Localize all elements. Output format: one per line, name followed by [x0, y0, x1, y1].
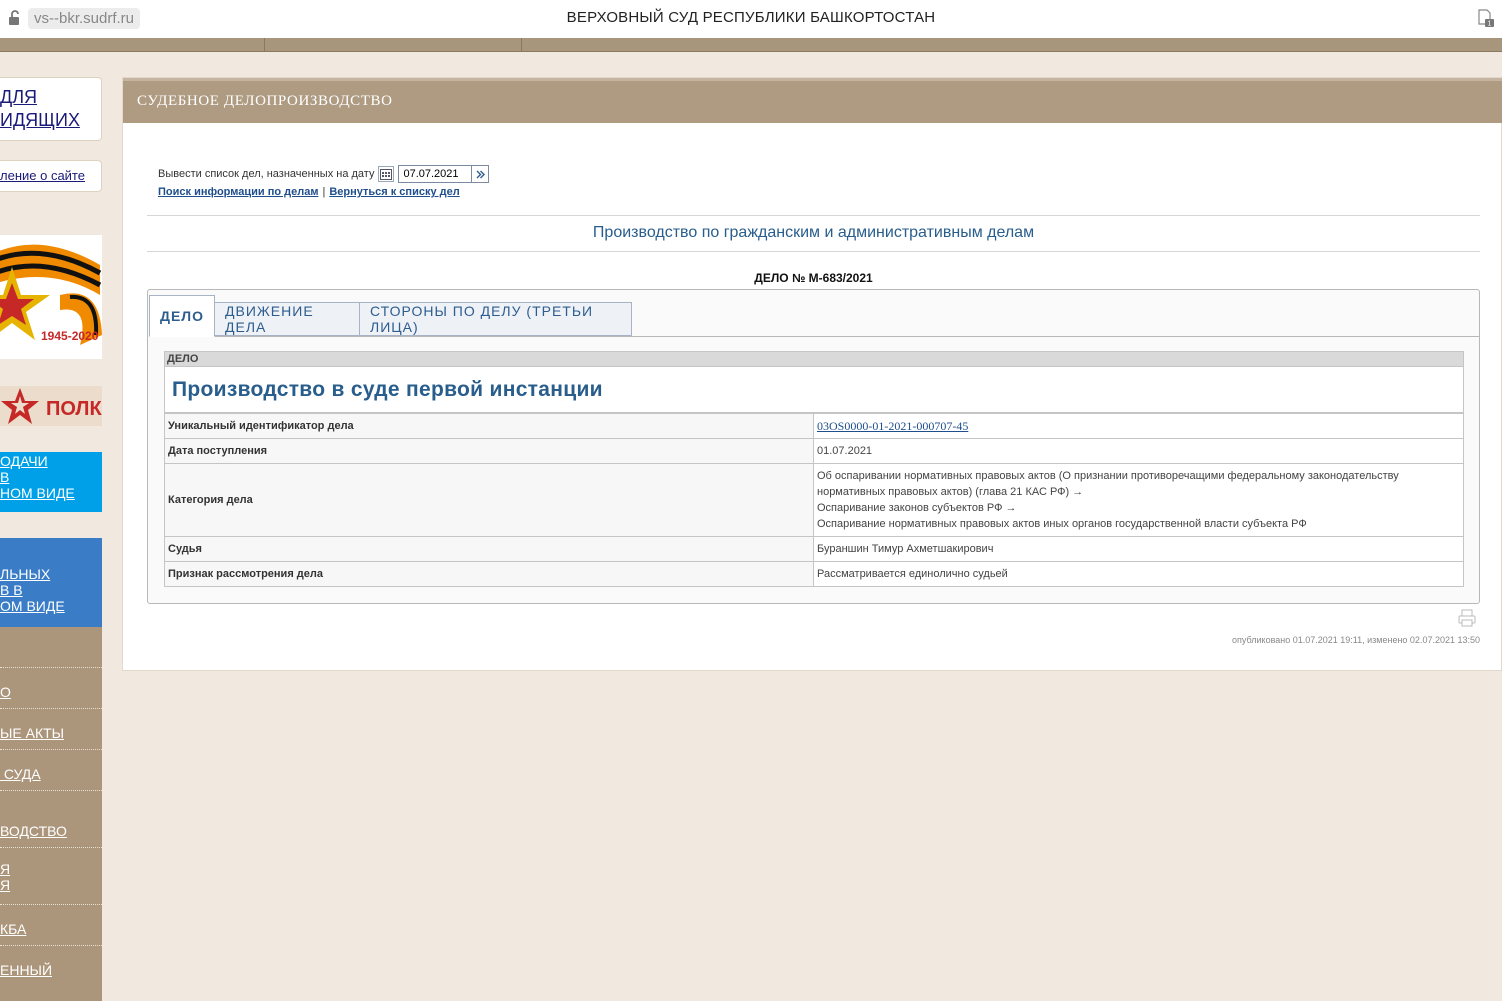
blind-version-link-box[interactable]: ДЛЯ ИДЯЩИХ	[0, 77, 102, 141]
blind-version-line-1: ДЛЯ	[0, 87, 38, 107]
tab-case[interactable]: ДЕЛО	[149, 295, 215, 337]
divider	[147, 251, 1480, 252]
page-title: ВЕРХОВНЫЙ СУД РЕСПУБЛИКИ БАШКОРТОСТАН	[566, 9, 936, 26]
category-line: Об оспаривании нормативных правовых акто…	[817, 470, 1399, 482]
sidebar-menu-item-6[interactable]: КБА	[0, 904, 102, 945]
sidebar-menu-link[interactable]: КБА	[0, 921, 102, 937]
row-key: Категория дела	[164, 463, 814, 537]
row-value: Рассматривается единолично судьей	[813, 561, 1464, 587]
link-separator: |	[322, 186, 326, 198]
sidebar-menu-item-5[interactable]: Я Я	[0, 847, 102, 904]
sidebar-menu-item-2[interactable]: ЫЕ АКТЫ	[0, 708, 102, 749]
case-number: ДЕЛО № М-683/2021	[754, 271, 873, 285]
top-nav-strip	[0, 38, 1502, 52]
sidebar-menu-item-7[interactable]: ЕННЫЙ	[0, 945, 102, 1001]
electronic-documents-banner[interactable]: ЛЬНЫХ В В ОМ ВИДЕ	[0, 538, 102, 627]
main-panel: СУДЕБНОЕ ДЕЛОПРОИЗВОДСТВО Вывести список…	[122, 77, 1502, 671]
calendar-icon[interactable]	[378, 166, 395, 182]
case-card: ДЕЛО Производство в суде первой инстанци…	[164, 351, 1464, 587]
polk-text: ПОЛК	[46, 398, 102, 420]
electronic-submission-link[interactable]: ОДАЧИ В НОМ ВИДЕ	[0, 453, 102, 501]
red-star-icon	[1, 388, 39, 424]
sidebar-menu-item-3[interactable]: СУДА	[0, 749, 102, 790]
site-info-box[interactable]: ление о сайте	[0, 160, 102, 192]
date-filter: Вывести список дел, назначенных на дату …	[158, 164, 490, 198]
publication-info: опубликовано 01.07.2021 19:11, изменено …	[1232, 635, 1480, 645]
sidebar-menu-link[interactable]: ЫЕ АКТЫ	[0, 725, 102, 741]
row-key: Признак рассмотрения дела	[164, 561, 814, 587]
sidebar: ДЛЯ ИДЯЩИХ ление о сайте 1945-2020 ПОЛК	[0, 52, 102, 1001]
divider	[147, 215, 1480, 216]
row-key: Уникальный идентификатор дела	[164, 413, 814, 439]
date-input[interactable]	[398, 165, 473, 183]
sidebar-menu-link[interactable]: Я Я	[0, 861, 102, 893]
category-line: нормативных правовых актов) (глава 21 КА…	[817, 486, 1084, 498]
extension-icon[interactable]: 1	[1476, 8, 1496, 28]
tab-case-movement[interactable]: ДВИЖЕНИЕ ДЕЛА	[214, 302, 360, 336]
blind-version-link[interactable]: ДЛЯ ИДЯЩИХ	[0, 86, 101, 132]
victory-banner-years: 1945-2020	[41, 329, 99, 343]
sidebar-menu-link[interactable]: СУДА	[0, 766, 102, 782]
blind-version-line-2: ИДЯЩИХ	[0, 110, 80, 130]
victory-banner[interactable]: 1945-2020	[0, 235, 102, 359]
browser-top-bar: vs--bkr.sudrf.ru ВЕРХОВНЫЙ СУД РЕСПУБЛИК…	[0, 0, 1502, 38]
back-to-list-link[interactable]: Вернуться к списку дел	[329, 186, 459, 198]
double-arrow-icon	[476, 170, 485, 178]
row-key: Дата поступления	[164, 438, 814, 464]
case-uid-link[interactable]: 03OS0000-01-2021-000707-45	[817, 419, 968, 433]
site-info-link[interactable]: ление о сайте	[0, 168, 85, 183]
sidebar-menu: О ЫЕ АКТЫ СУДА ВОДСТВО Я Я КБА ЕННЫЙ	[0, 627, 102, 1001]
sidebar-menu-item-4[interactable]: ВОДСТВО	[0, 790, 102, 847]
tab-case-parties[interactable]: СТОРОНЫ ПО ДЕЛУ (ТРЕТЬИ ЛИЦА)	[359, 302, 632, 336]
date-prompt: Вывести список дел, назначенных на дату	[158, 168, 375, 180]
card-title: Производство в суде первой инстанции	[164, 367, 1464, 413]
table-row: Уникальный идентификатор дела 03OS0000-0…	[164, 413, 1464, 439]
row-value: Бураншин Тимур Ахметшакирович	[813, 536, 1464, 562]
print-icon[interactable]	[1458, 609, 1476, 627]
case-info-table: Уникальный идентификатор дела 03OS0000-0…	[164, 413, 1464, 587]
extension-badge: 1	[1488, 21, 1492, 28]
row-value: Об оспаривании нормативных правовых акто…	[813, 463, 1464, 537]
card-caption: ДЕЛО	[164, 351, 1464, 367]
sidebar-menu-link[interactable]: ВОДСТВО	[0, 823, 102, 839]
main-header-title: СУДЕБНОЕ ДЕЛОПРОИЗВОДСТВО	[137, 93, 393, 109]
sidebar-menu-item-1[interactable]: О	[0, 667, 102, 708]
case-tabs: ДЕЛО ДВИЖЕНИЕ ДЕЛА СТОРОНЫ ПО ДЕЛУ (ТРЕТ…	[147, 289, 1480, 604]
row-value: 03OS0000-01-2021-000707-45	[813, 413, 1464, 439]
immortal-regiment-banner[interactable]: ПОЛК	[0, 386, 102, 426]
case-search-link[interactable]: Поиск информации по делам	[158, 186, 318, 198]
table-row: Категория дела Об оспаривании нормативны…	[164, 463, 1464, 537]
sidebar-menu-link[interactable]: О	[0, 684, 102, 700]
category-line: Оспаривание законов субъектов РФ →	[817, 502, 1017, 514]
category-line: Оспаривание нормативных правовых актов и…	[817, 518, 1307, 530]
sidebar-menu-link[interactable]: ЕННЫЙ	[0, 962, 102, 978]
row-value: 01.07.2021	[813, 438, 1464, 464]
table-row: Судья Бураншин Тимур Ахметшакирович	[164, 536, 1464, 562]
electronic-documents-link[interactable]: ЛЬНЫХ В В ОМ ВИДЕ	[0, 566, 102, 614]
date-submit-button[interactable]	[472, 165, 490, 183]
electronic-submission-banner[interactable]: ОДАЧИ В НОМ ВИДЕ	[0, 452, 102, 512]
main-header: СУДЕБНОЕ ДЕЛОПРОИЗВОДСТВО	[123, 78, 1502, 123]
table-row: Признак рассмотрения дела Рассматриваетс…	[164, 561, 1464, 587]
row-key: Судья	[164, 536, 814, 562]
table-row: Дата поступления 01.07.2021	[164, 438, 1464, 464]
section-title: Производство по гражданским и администра…	[592, 224, 1035, 241]
